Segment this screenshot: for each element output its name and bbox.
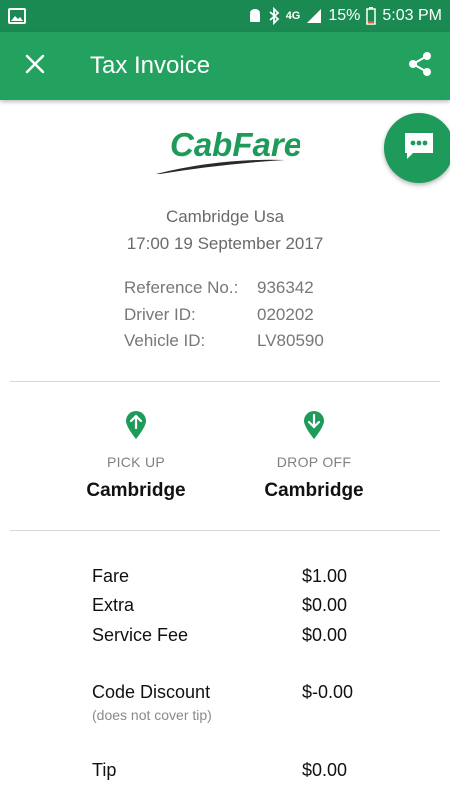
share-icon bbox=[408, 51, 432, 82]
code-discount-value: $-0.00 bbox=[302, 682, 354, 702]
driver-label: Driver ID: bbox=[124, 305, 196, 324]
battery-percent: 15% bbox=[328, 7, 361, 24]
battery-icon bbox=[366, 7, 377, 25]
reference-value: 936342 bbox=[257, 278, 314, 297]
tip-value: $0.00 bbox=[302, 760, 348, 780]
divider bbox=[10, 381, 440, 382]
share-button[interactable] bbox=[390, 32, 450, 100]
dropoff-place: Cambridge bbox=[264, 480, 364, 501]
page-title: Tax Invoice bbox=[90, 52, 211, 79]
close-button[interactable] bbox=[0, 32, 70, 100]
fare-label: Fare bbox=[92, 566, 130, 586]
driver-value: 020202 bbox=[257, 305, 314, 324]
logo-text: CabFare bbox=[170, 126, 300, 163]
android-icon bbox=[248, 8, 262, 24]
chat-icon bbox=[403, 131, 435, 166]
divider bbox=[10, 530, 440, 531]
service-fee-value: $0.00 bbox=[302, 625, 348, 645]
dropoff-pin-icon bbox=[303, 410, 325, 440]
close-icon bbox=[25, 54, 45, 79]
bluetooth-icon bbox=[268, 7, 280, 25]
service-fee-label: Service Fee bbox=[92, 625, 189, 645]
status-bar: 4G 15% 5:03 PM bbox=[0, 0, 450, 32]
signal-icon bbox=[306, 8, 322, 24]
dropoff-label: DROP OFF bbox=[276, 454, 352, 470]
reference-label: Reference No.: bbox=[124, 278, 239, 297]
clock: 5:03 PM bbox=[382, 7, 442, 24]
pickup-label: PICK UP bbox=[106, 454, 166, 470]
fare-value: $1.00 bbox=[302, 566, 348, 586]
extra-value: $0.00 bbox=[302, 595, 348, 615]
dropoff-section: DROP OFF Cambridge bbox=[234, 410, 394, 502]
invoice-datetime: 17:00 19 September 2017 bbox=[126, 234, 324, 253]
pickup-place: Cambridge bbox=[86, 480, 186, 501]
invoice-location: Cambridge Usa bbox=[165, 207, 285, 226]
pickup-section: PICK UP Cambridge bbox=[56, 410, 216, 502]
gallery-notification-icon bbox=[8, 8, 26, 24]
tip-label: Tip bbox=[92, 760, 117, 780]
vehicle-label: Vehicle ID: bbox=[124, 331, 206, 350]
pickup-pin-icon bbox=[125, 410, 147, 440]
discount-note: (does not cover tip) bbox=[92, 707, 212, 723]
extra-label: Extra bbox=[92, 595, 135, 615]
network-type: 4G bbox=[285, 10, 301, 22]
code-discount-label: Code Discount bbox=[92, 682, 211, 702]
vehicle-value: LV80590 bbox=[257, 331, 324, 350]
app-bar: Tax Invoice bbox=[0, 32, 450, 100]
cabfare-logo: CabFare bbox=[150, 118, 302, 180]
chat-button[interactable] bbox=[384, 113, 450, 183]
